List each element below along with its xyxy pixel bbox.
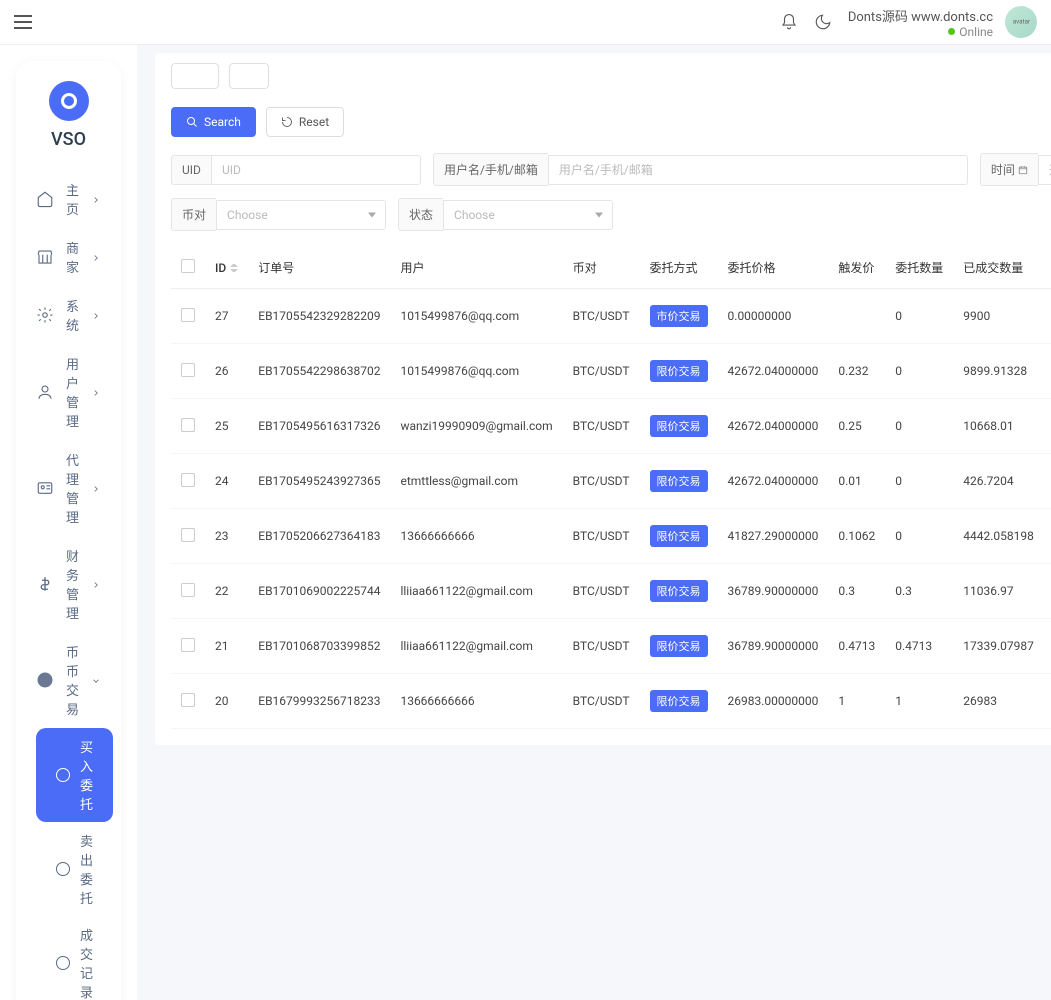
sidebar-item-6[interactable]: 币币交易 bbox=[16, 632, 121, 728]
row-checkbox bbox=[181, 308, 195, 322]
logo: VSO bbox=[16, 81, 121, 150]
avatar[interactable]: avatar bbox=[1005, 6, 1037, 38]
row-checkbox bbox=[181, 583, 195, 597]
th-5: 委托价格 bbox=[718, 247, 829, 289]
sidebar-item-4[interactable]: 代理管理 bbox=[16, 440, 121, 536]
search-button[interactable]: Search bbox=[171, 107, 256, 137]
circle-icon bbox=[56, 768, 70, 782]
th-3: 币对 bbox=[563, 247, 640, 289]
tabs-placeholder bbox=[171, 53, 1051, 107]
bell-icon[interactable] bbox=[780, 13, 798, 31]
mode-tag: 限价交易 bbox=[650, 360, 708, 382]
gear-icon bbox=[36, 306, 54, 324]
dollar-icon bbox=[36, 575, 54, 593]
dark-mode-icon[interactable] bbox=[814, 13, 832, 31]
mode-tag: 限价交易 bbox=[650, 690, 708, 712]
uid-input[interactable] bbox=[211, 155, 421, 185]
sidebar-item-0[interactable]: 主页 bbox=[16, 170, 121, 228]
th-1: 订单号 bbox=[248, 247, 390, 289]
status-select[interactable] bbox=[443, 200, 613, 230]
th-7: 委托数量 bbox=[885, 247, 953, 289]
th-9: 预期交易额 bbox=[1044, 247, 1051, 289]
sort-icon bbox=[230, 264, 238, 272]
table-row: 23 EB1705206627364183 13666666666 BTC/US… bbox=[171, 509, 1051, 564]
mode-tag: 限价交易 bbox=[650, 525, 708, 547]
chevron-icon bbox=[91, 310, 101, 320]
mode-tag: 市价交易 bbox=[650, 305, 708, 327]
chevron-icon bbox=[91, 387, 101, 397]
mode-tag: 限价交易 bbox=[650, 580, 708, 602]
th-0[interactable]: ID bbox=[205, 247, 248, 289]
row-checkbox bbox=[181, 638, 195, 652]
brand-text: Donts源码 www.donts.cc bbox=[848, 6, 993, 25]
mode-tag: 限价交易 bbox=[650, 415, 708, 437]
sidebar-sub-2[interactable]: 成交记录 bbox=[28, 916, 121, 1000]
home-icon bbox=[36, 190, 54, 208]
chevron-icon bbox=[91, 252, 101, 262]
table-row: 24 EB1705495243927365 etmttless@gmail.co… bbox=[171, 454, 1051, 509]
table-row: 27 EB1705542329282209 1015499876@qq.com … bbox=[171, 289, 1051, 344]
menu-toggle-icon[interactable] bbox=[14, 15, 32, 29]
row-checkbox bbox=[181, 528, 195, 542]
chevron-icon bbox=[91, 675, 101, 685]
online-status: Online bbox=[948, 25, 993, 39]
id-icon bbox=[36, 479, 54, 497]
row-checkbox bbox=[181, 693, 195, 707]
table-row: 25 EB1705495616317326 wanzi19990909@gmai… bbox=[171, 399, 1051, 454]
sidebar-item-5[interactable]: 财务管理 bbox=[16, 536, 121, 632]
th-6: 触发价 bbox=[828, 247, 885, 289]
store-icon bbox=[36, 248, 54, 266]
table-row: 20 EB1679993256718233 13666666666 BTC/US… bbox=[171, 674, 1051, 729]
chevron-icon bbox=[91, 194, 101, 204]
table-row: 21 EB1701068703399852 lliiaa661122@gmail… bbox=[171, 619, 1051, 674]
chevron-icon bbox=[91, 483, 101, 493]
sidebar-sub-1[interactable]: 卖出委托 bbox=[28, 822, 121, 916]
row-checkbox bbox=[181, 473, 195, 487]
sidebar-sub-0[interactable]: 买入委托 bbox=[36, 728, 113, 822]
mode-tag: 限价交易 bbox=[650, 635, 708, 657]
sidebar-item-3[interactable]: 用户管理 bbox=[16, 344, 121, 440]
th-checkbox[interactable] bbox=[171, 247, 205, 289]
pair-filter: 币对 bbox=[171, 198, 386, 231]
user-input[interactable] bbox=[548, 155, 968, 185]
sidebar-item-2[interactable]: 系统 bbox=[16, 286, 121, 344]
time-from-input[interactable] bbox=[1038, 155, 1051, 185]
sidebar-item-1[interactable]: 商家 bbox=[16, 228, 121, 286]
pair-select[interactable] bbox=[216, 200, 386, 230]
online-dot-icon bbox=[948, 28, 955, 35]
uid-filter: UID bbox=[171, 153, 421, 186]
circle-icon bbox=[56, 956, 70, 970]
row-checkbox bbox=[181, 363, 195, 377]
th-4: 委托方式 bbox=[640, 247, 718, 289]
th-2: 用户 bbox=[390, 247, 562, 289]
time-filter: 时间 To bbox=[980, 153, 1051, 186]
table-row: 22 EB1701069002225744 lliiaa661122@gmail… bbox=[171, 564, 1051, 619]
status-filter: 状态 bbox=[398, 198, 613, 231]
mode-tag: 限价交易 bbox=[650, 470, 708, 492]
row-checkbox bbox=[181, 418, 195, 432]
orders-table: ID订单号用户币对委托方式委托价格触发价委托数量已成交数量预期交易额已成交额交易… bbox=[171, 247, 1051, 729]
reset-button[interactable]: Reset bbox=[266, 107, 344, 137]
table-row: 26 EB1705542298638702 1015499876@qq.com … bbox=[171, 344, 1051, 399]
bitcoin-icon bbox=[36, 671, 54, 689]
th-8: 已成交数量 bbox=[953, 247, 1044, 289]
chevron-icon bbox=[91, 579, 101, 589]
circle-icon bbox=[56, 862, 70, 876]
user-filter: 用户名/手机/邮箱 bbox=[433, 153, 968, 186]
user-icon bbox=[36, 383, 54, 401]
